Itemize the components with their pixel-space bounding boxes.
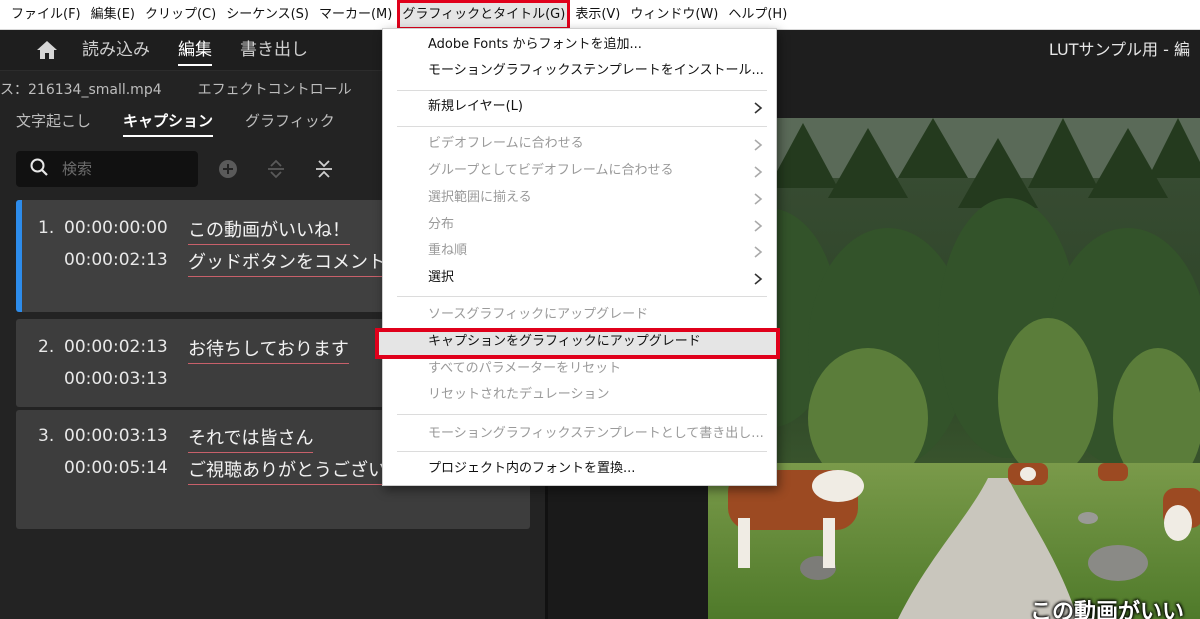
- video-frame: [708, 118, 1200, 619]
- menu-separator: [397, 296, 767, 297]
- menu-item-replace-fonts-in-project[interactable]: プロジェクト内のフォントを置換...: [428, 460, 635, 478]
- chevron-right-icon: [754, 220, 763, 232]
- menu-item-reset-duration[interactable]: リセットされたデュレーション: [428, 386, 609, 404]
- caption-text[interactable]: お待ちしております: [188, 335, 349, 364]
- chevron-right-icon: [754, 102, 763, 114]
- tab-graphics[interactable]: グラフィック: [245, 107, 335, 137]
- caption-text[interactable]: グッドボタンをコメントも: [188, 248, 404, 277]
- caption-end-time[interactable]: 00:00:03:13: [64, 369, 168, 389]
- menu-item-select[interactable]: 選択: [428, 269, 454, 287]
- caption-text[interactable]: それでは皆さん: [188, 424, 314, 453]
- text-panel-tabs: 文字起こし キャプション グラフィック: [16, 107, 367, 137]
- caption-start-time[interactable]: 00:00:03:13: [64, 426, 168, 446]
- caption-text[interactable]: この動画がいいね！: [188, 216, 350, 245]
- menubar: ファイル(F) 編集(E) クリップ(C) シーケンス(S) マーカー(M) グ…: [0, 0, 1200, 30]
- search-input[interactable]: [62, 160, 182, 178]
- menu-item-upgrade-to-source-graphic[interactable]: ソースグラフィックにアップグレード: [428, 306, 648, 324]
- menu-item-arrange[interactable]: 重ね順: [428, 242, 467, 260]
- caption-text[interactable]: ご視聴ありがとうございま: [188, 456, 404, 485]
- merge-caption-icon[interactable]: [312, 157, 336, 181]
- panel-header-tabs: ス：216134_small.mp4 エフェクトコントロール: [0, 77, 352, 101]
- menu-marker[interactable]: マーカー(M): [314, 0, 397, 30]
- menu-separator: [397, 126, 767, 127]
- menu-sequence[interactable]: シーケンス(S): [221, 0, 314, 30]
- caption-start-time[interactable]: 00:00:00:00: [64, 218, 168, 238]
- menu-item-export-as-mogrt[interactable]: モーショングラフィックステンプレートとして書き出し...: [428, 425, 764, 443]
- caption-start-time[interactable]: 00:00:02:13: [64, 337, 168, 357]
- caption-number: 2.: [38, 337, 55, 357]
- home-icon[interactable]: [34, 37, 60, 63]
- source-monitor-tab[interactable]: ス：216134_small.mp4: [0, 79, 162, 99]
- split-caption-icon[interactable]: [264, 157, 288, 181]
- add-caption-icon[interactable]: [216, 157, 240, 181]
- caption-number: 1.: [38, 218, 55, 238]
- effect-controls-tab[interactable]: エフェクトコントロール: [198, 79, 352, 99]
- menu-item-distribute[interactable]: 分布: [428, 216, 454, 234]
- caption-number: 3.: [38, 426, 55, 446]
- menu-item-install-mogrt[interactable]: モーショングラフィックステンプレートをインストール...: [428, 62, 764, 80]
- tab-export[interactable]: 書き出し: [240, 30, 308, 70]
- menu-item-reset-all-parameters[interactable]: すべてのパラメーターをリセット: [428, 360, 621, 378]
- caption-toolbar: [216, 157, 360, 181]
- menu-item-align-to-selection[interactable]: 選択範囲に揃える: [428, 189, 532, 207]
- tab-edit[interactable]: 編集: [178, 30, 212, 70]
- menu-graphics-and-titles[interactable]: グラフィックとタイトル(G): [397, 0, 571, 30]
- chevron-right-icon: [754, 166, 763, 178]
- tab-import[interactable]: 読み込み: [82, 30, 150, 70]
- caption-end-time[interactable]: 00:00:02:13: [64, 250, 168, 270]
- chevron-right-icon: [754, 273, 763, 285]
- menu-item-fit-group-to-video-frame[interactable]: グループとしてビデオフレームに合わせる: [428, 162, 673, 180]
- menu-separator: [397, 414, 767, 415]
- menu-clip[interactable]: クリップ(C): [140, 0, 221, 30]
- caption-overlay: この動画がいい: [1030, 600, 1185, 619]
- selection-indicator: [16, 200, 22, 312]
- project-title: LUTサンプル用 - 編: [1048, 40, 1190, 59]
- tab-transcript[interactable]: 文字起こし: [16, 107, 91, 137]
- menu-separator: [397, 451, 767, 452]
- menu-separator: [397, 90, 767, 91]
- search-icon: [30, 158, 48, 180]
- graphics-and-titles-dropdown: Adobe Fonts からフォントを追加... モーショングラフィックステンプ…: [375, 28, 780, 486]
- tab-captions[interactable]: キャプション: [123, 107, 214, 137]
- menu-window[interactable]: ウィンドウ(W): [625, 0, 723, 30]
- menu-item-new-layer[interactable]: 新規レイヤー(L): [428, 98, 523, 116]
- chevron-right-icon: [754, 193, 763, 205]
- menu-item-fit-to-video-frame[interactable]: ビデオフレームに合わせる: [428, 135, 584, 153]
- menu-view[interactable]: 表示(V): [570, 0, 625, 30]
- search-box[interactable]: [16, 151, 198, 187]
- program-monitor[interactable]: この動画がいい: [708, 118, 1200, 619]
- menu-item-add-adobe-fonts[interactable]: Adobe Fonts からフォントを追加...: [428, 36, 642, 54]
- menu-item-upgrade-caption-to-graphic[interactable]: キャプションをグラフィックにアップグレード: [428, 333, 701, 351]
- menu-help[interactable]: ヘルプ(H): [723, 0, 792, 30]
- chevron-right-icon: [754, 246, 763, 258]
- caption-end-time[interactable]: 00:00:05:14: [64, 458, 168, 478]
- menu-edit[interactable]: 編集(E): [86, 0, 140, 30]
- menu-file[interactable]: ファイル(F): [6, 0, 86, 30]
- chevron-right-icon: [754, 139, 763, 151]
